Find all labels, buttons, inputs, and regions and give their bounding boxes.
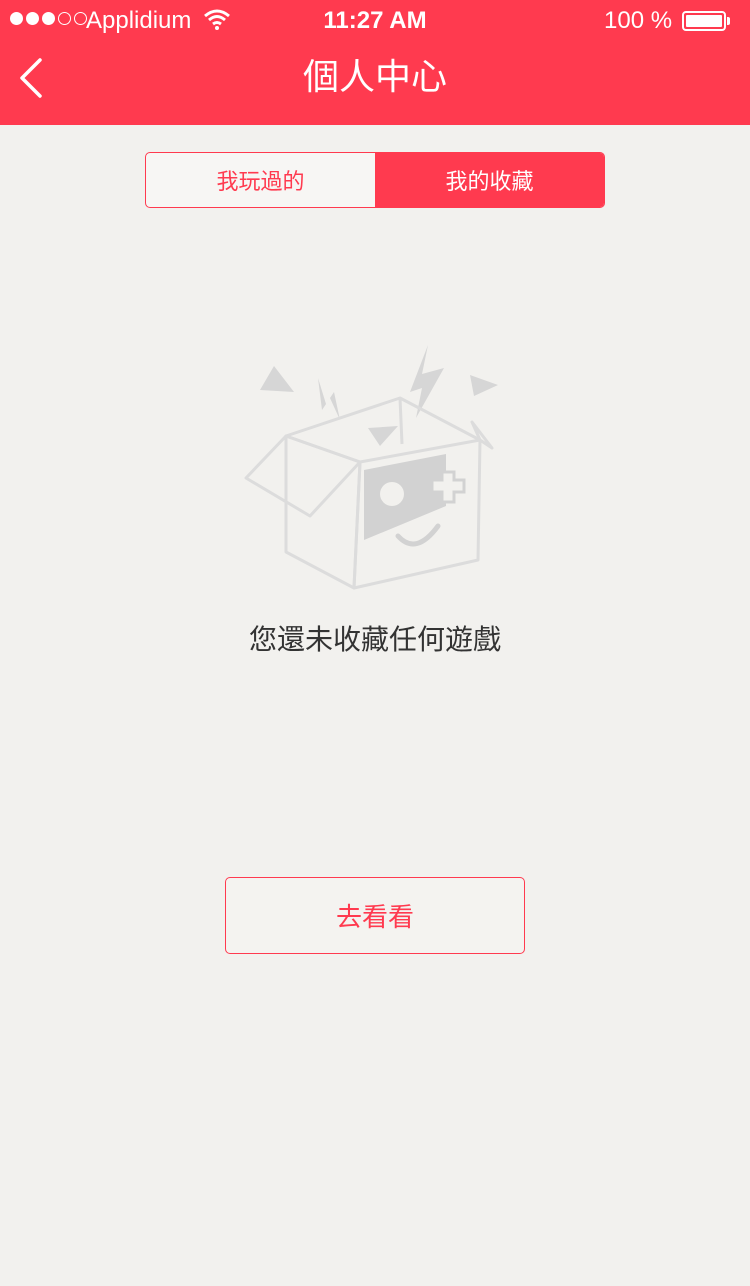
header-bar: Applidium 11:27 AM 100 % 個人中心 [0, 0, 750, 125]
empty-box-illustration [244, 345, 498, 590]
segmented-control: 我玩過的 我的收藏 [145, 152, 605, 208]
tab-played[interactable]: 我玩過的 [146, 153, 375, 207]
status-bar: Applidium 11:27 AM 100 % [0, 0, 750, 40]
browse-button[interactable]: 去看看 [225, 877, 525, 954]
battery-tip [727, 17, 730, 25]
tab-favorites[interactable]: 我的收藏 [375, 153, 604, 207]
page-title: 個人中心 [302, 57, 447, 98]
empty-state-message: 您還未收藏任何遊戲 [248, 623, 501, 656]
battery-icon [682, 11, 726, 31]
battery-percentage: 100 % [604, 7, 673, 34]
